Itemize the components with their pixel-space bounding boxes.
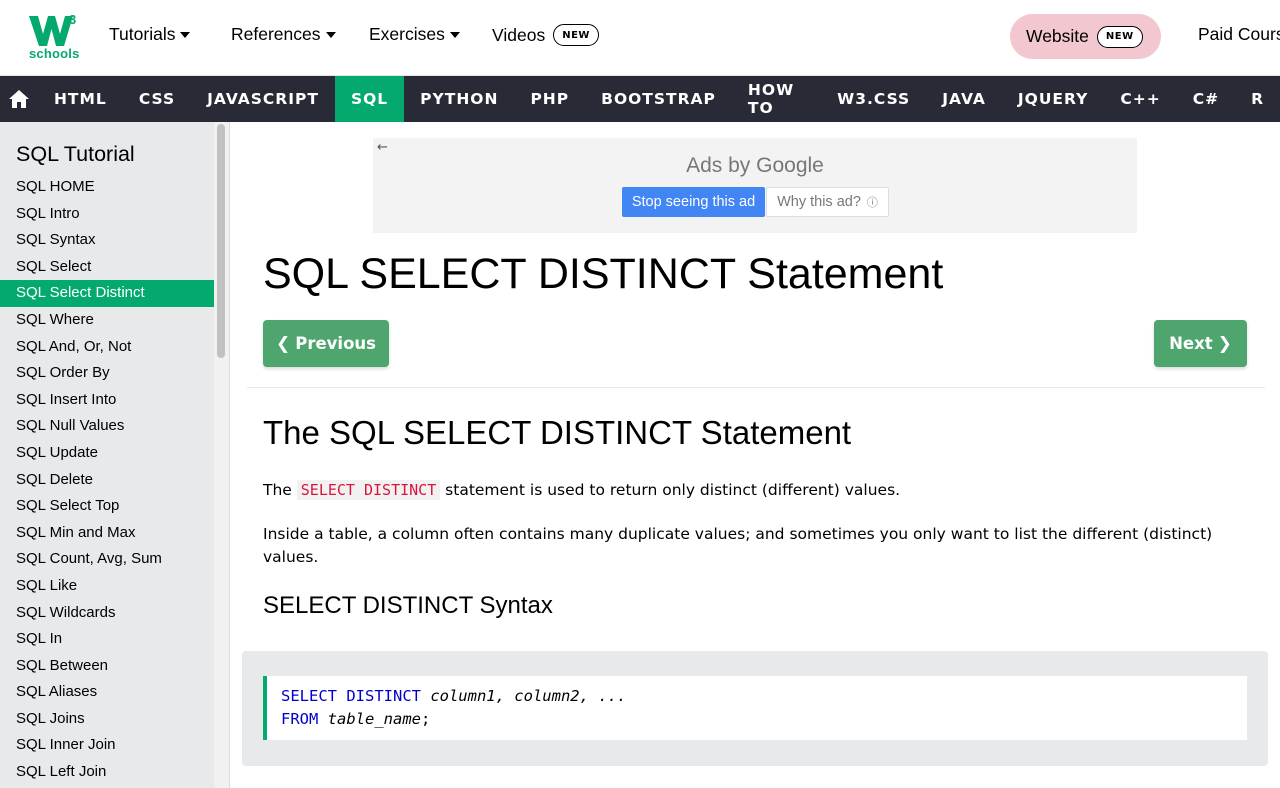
nav-jquery[interactable]: JQUERY <box>1002 76 1104 122</box>
code-example-box: SELECT DISTINCT column1, column2, ... FR… <box>242 651 1268 766</box>
home-icon <box>8 90 29 108</box>
sidebar-item-active[interactable]: SQL Select Distinct <box>0 280 214 307</box>
nav-tutorials-label: Tutorials <box>109 24 176 44</box>
sidebar-item[interactable]: SQL HOME <box>0 174 214 201</box>
code-text: table_name <box>318 710 421 728</box>
next-button[interactable]: Next ❯ <box>1154 320 1247 367</box>
intro-paragraph: The SELECT DISTINCT statement is used to… <box>263 479 1253 502</box>
scrollbar-thumb[interactable] <box>217 124 225 358</box>
main-nav: HTML CSS JAVASCRIPT SQL PYTHON PHP BOOTS… <box>0 76 1280 122</box>
nav-videos-label: Videos <box>492 24 546 45</box>
nav-cpp[interactable]: C++ <box>1104 76 1176 122</box>
previous-label: Previous <box>295 334 376 353</box>
chevron-right-icon: ❯ <box>1217 333 1232 354</box>
ads-by-google-label: Ads by Google <box>686 154 824 177</box>
sidebar-item[interactable]: SQL Between <box>0 653 214 680</box>
sidebar-item[interactable]: SQL Select <box>0 254 214 281</box>
intro-text-after: statement is used to return only distinc… <box>440 481 901 499</box>
sidebar-item[interactable]: SQL Syntax <box>0 227 214 254</box>
sidebar-item[interactable]: SQL Left Join <box>0 759 214 786</box>
sidebar-list: SQL HOME SQL Intro SQL Syntax SQL Select… <box>0 174 229 786</box>
code-block[interactable]: SELECT DISTINCT column1, column2, ... FR… <box>263 676 1247 740</box>
sidebar-item[interactable]: SQL Like <box>0 573 214 600</box>
why-this-ad-button[interactable]: Why this ad? ⓘ <box>766 187 889 217</box>
nav-php[interactable]: PHP <box>514 76 585 122</box>
inline-code: SELECT DISTINCT <box>296 480 441 500</box>
info-icon: ⓘ <box>866 197 878 209</box>
nav-exercises-label: Exercises <box>369 24 445 44</box>
top-bar: 3 schools Tutorials References Exercises… <box>0 0 1280 76</box>
sidebar: SQL Tutorial SQL HOME SQL Intro SQL Synt… <box>0 122 230 788</box>
section-title: The SQL SELECT DISTINCT Statement <box>263 414 852 451</box>
nav-python[interactable]: PYTHON <box>404 76 514 122</box>
website-button-label: Website <box>1026 26 1089 46</box>
code-semicolon: ; <box>420 710 431 728</box>
nav-css[interactable]: CSS <box>123 76 191 122</box>
previous-button[interactable]: ❮ Previous <box>263 320 389 367</box>
sidebar-item[interactable]: SQL Update <box>0 440 214 467</box>
nav-references[interactable]: References <box>231 24 336 45</box>
nav-r[interactable]: R <box>1235 76 1280 122</box>
sidebar-scrollbar[interactable] <box>214 122 229 788</box>
logo-text: schools <box>29 46 80 61</box>
code-line-2: FROM table_name; <box>281 708 1247 731</box>
code-text: column1, column2, ... <box>420 687 627 705</box>
home-button[interactable] <box>0 76 38 122</box>
sidebar-item[interactable]: SQL Joins <box>0 706 214 733</box>
description-paragraph: Inside a table, a column often contains … <box>263 525 1213 566</box>
nav-sql[interactable]: SQL <box>334 76 405 122</box>
sidebar-item[interactable]: SQL Null Values <box>0 413 214 440</box>
nav-exercises[interactable]: Exercises <box>369 24 460 45</box>
new-badge: NEW <box>1096 25 1143 48</box>
nav-how-to[interactable]: HOW TO <box>732 76 821 122</box>
sidebar-item[interactable]: SQL Min and Max <box>0 520 214 547</box>
sidebar-item[interactable]: SQL Select Top <box>0 493 214 520</box>
caret-down-icon <box>449 31 460 38</box>
sidebar-item[interactable]: SQL And, Or, Not <box>0 334 214 361</box>
sidebar-item[interactable]: SQL Wildcards <box>0 600 214 627</box>
nav-paid-courses[interactable]: Paid Courses <box>1198 24 1280 45</box>
nav-w3css[interactable]: W3.CSS <box>821 76 926 122</box>
nav-csharp[interactable]: C# <box>1177 76 1235 122</box>
ad-banner: ← Ads by Google Stop seeing this ad Why … <box>373 138 1137 233</box>
nav-tutorials[interactable]: Tutorials <box>109 24 191 45</box>
code-keyword: FROM <box>281 710 319 728</box>
nav-videos[interactable]: Videos NEW <box>492 24 599 46</box>
nav-bootstrap[interactable]: BOOTSTRAP <box>585 76 732 122</box>
sidebar-item[interactable]: SQL Inner Join <box>0 732 214 759</box>
nav-javascript[interactable]: JAVASCRIPT <box>191 76 335 122</box>
logo-superscript: 3 <box>69 12 76 27</box>
chevron-left-icon: ❮ <box>276 333 291 354</box>
back-arrow-icon[interactable]: ← <box>377 140 388 155</box>
sidebar-title: SQL Tutorial <box>16 142 135 166</box>
caret-down-icon <box>180 31 191 38</box>
why-this-ad-label: Why this ad? <box>777 194 861 210</box>
sidebar-item[interactable]: SQL Where <box>0 307 214 334</box>
nav-java[interactable]: JAVA <box>926 76 1002 122</box>
caret-down-icon <box>325 31 336 38</box>
sidebar-item[interactable]: SQL Insert Into <box>0 387 214 414</box>
page-title: SQL SELECT DISTINCT Statement <box>263 250 944 298</box>
sidebar-item[interactable]: SQL Order By <box>0 360 214 387</box>
nav-references-label: References <box>231 24 321 44</box>
intro-text-before: The <box>263 481 297 499</box>
code-line-1: SELECT DISTINCT column1, column2, ... <box>281 685 1247 708</box>
divider <box>247 387 1265 388</box>
sidebar-item[interactable]: SQL Delete <box>0 467 214 494</box>
sidebar-item[interactable]: SQL Intro <box>0 201 214 228</box>
nav-html[interactable]: HTML <box>38 76 123 122</box>
sidebar-item[interactable]: SQL In <box>0 626 214 653</box>
code-keyword: SELECT DISTINCT <box>281 687 421 705</box>
sidebar-item[interactable]: SQL Count, Avg, Sum <box>0 546 214 573</box>
new-badge: NEW <box>553 24 599 46</box>
next-label: Next <box>1169 334 1213 353</box>
paid-courses-label: Paid Courses <box>1198 24 1280 44</box>
syntax-title: SELECT DISTINCT Syntax <box>263 592 553 619</box>
sidebar-item[interactable]: SQL Aliases <box>0 679 214 706</box>
stop-seeing-ad-button[interactable]: Stop seeing this ad <box>622 187 765 217</box>
website-button[interactable]: Website NEW <box>1010 14 1161 59</box>
